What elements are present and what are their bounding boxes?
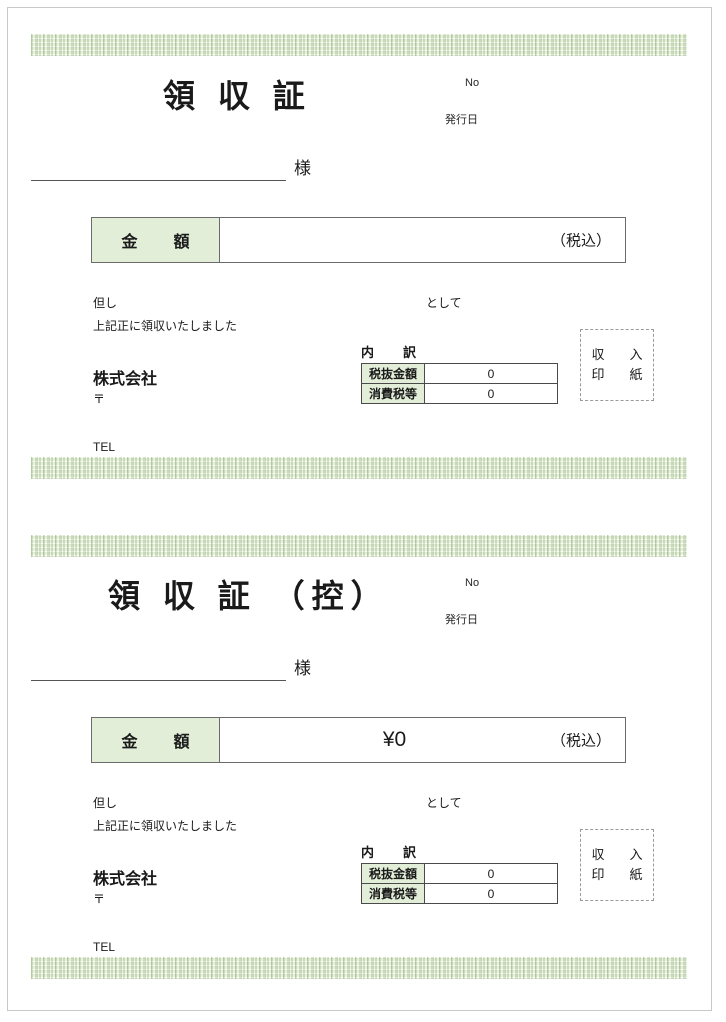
table-row: 消費税等 0: [361, 383, 558, 404]
issue-date-label: 発行日: [445, 114, 478, 126]
issuer-company-name: 株式会社: [93, 371, 158, 388]
purpose-copy-suffix: として: [426, 796, 462, 810]
document-page: 領 収 証 No 発行日 様 金 額 （税込） 但し として 上記正に領収いたし…: [7, 7, 712, 1011]
breakdown-label-subtotal: 税抜金額: [361, 363, 425, 384]
amount-copy-value: ¥0: [382, 728, 407, 751]
addressee-suffix: 様: [294, 159, 311, 178]
revenue-stamp-copy-line-2: 印 紙: [591, 867, 649, 882]
breakdown-copy-value-subtotal[interactable]: 0: [424, 863, 558, 884]
addressee-input-line[interactable]: [31, 180, 286, 181]
receipt-copy-title: 領 収 証 （控）: [108, 578, 390, 614]
amount-copy-tax-note: （税込）: [550, 732, 611, 750]
breakdown-copy-title: 内 訳: [361, 845, 425, 860]
purpose-suffix: として: [426, 296, 462, 310]
breakdown-title: 内 訳: [361, 345, 425, 360]
table-row: 税抜金額 0: [361, 863, 558, 884]
issuer-tel: TEL: [93, 440, 116, 454]
receipt-copy-number-label: No: [465, 577, 480, 589]
revenue-stamp-box: 収 入 印 紙: [580, 329, 654, 401]
breakdown-label-tax: 消費税等: [361, 383, 425, 404]
amount-copy-value-field[interactable]: ¥0 （税込）: [220, 718, 625, 762]
receipt-confirmation-text: 上記正に領収いたしました: [93, 319, 238, 333]
issuer-postal-code: 〒: [93, 392, 106, 406]
issue-date-copy-label: 発行日: [445, 614, 478, 626]
decorative-band-top-2: [31, 535, 687, 557]
breakdown-value-subtotal[interactable]: 0: [424, 363, 558, 384]
decorative-band-top-1: [31, 34, 687, 56]
revenue-stamp-copy-box: 収 入 印 紙: [580, 829, 654, 901]
receipt-title: 領 収 証: [163, 78, 312, 114]
addressee-copy-input-line[interactable]: [31, 680, 286, 681]
amount-copy-label: 金 額: [92, 718, 220, 762]
purpose-copy-label: 但し: [93, 796, 118, 810]
receipt-number-label: No: [465, 77, 480, 89]
breakdown-value-tax[interactable]: 0: [424, 383, 558, 404]
revenue-stamp-line-1: 収 入: [591, 346, 649, 362]
revenue-stamp-line-2: 印 紙: [591, 367, 649, 382]
breakdown-copy-value-tax[interactable]: 0: [424, 883, 558, 904]
amount-tax-note: （税込）: [550, 232, 611, 250]
decorative-band-bottom-1: [31, 457, 687, 479]
purpose-label: 但し: [93, 296, 118, 310]
breakdown-copy-table: 税抜金額 0 消費税等 0: [361, 863, 558, 904]
issuer-copy-company-name: 株式会社: [93, 871, 158, 888]
amount-value-field[interactable]: （税込）: [220, 218, 625, 262]
table-row: 消費税等 0: [361, 883, 558, 904]
revenue-stamp-copy-line-1: 収 入: [591, 846, 649, 862]
breakdown-table: 税抜金額 0 消費税等 0: [361, 363, 558, 404]
decorative-band-bottom-2: [31, 957, 687, 979]
breakdown-copy-label-tax: 消費税等: [361, 883, 425, 904]
amount-copy-box: 金 額 ¥0 （税込）: [91, 717, 626, 763]
addressee-copy-suffix: 様: [294, 659, 311, 678]
amount-label: 金 額: [92, 218, 220, 262]
receipt-copy-confirmation-text: 上記正に領収いたしました: [93, 819, 238, 833]
issuer-copy-tel: TEL: [93, 940, 116, 954]
amount-box: 金 額 （税込）: [91, 217, 626, 263]
table-row: 税抜金額 0: [361, 363, 558, 384]
breakdown-copy-label-subtotal: 税抜金額: [361, 863, 425, 884]
issuer-copy-postal-code: 〒: [93, 892, 106, 906]
